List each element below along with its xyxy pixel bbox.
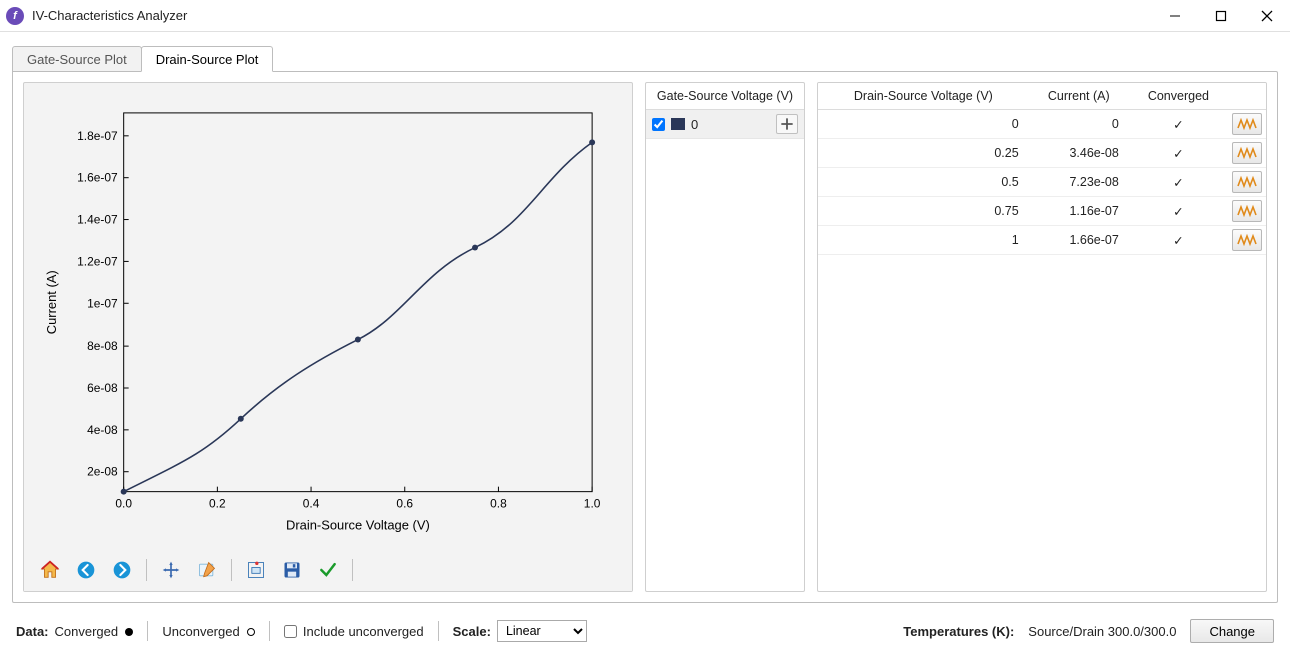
plot-pane: 2e-08 4e-08 6e-08 8e-08 1e-07 1.2e-07 1.…: [23, 82, 633, 592]
temperatures-label: Temperatures (K):: [903, 624, 1014, 639]
waveform-button[interactable]: [1232, 113, 1262, 135]
cell-voltage: 0: [818, 110, 1029, 139]
plot-area[interactable]: 2e-08 4e-08 6e-08 8e-08 1e-07 1.2e-07 1.…: [24, 83, 632, 549]
table-row[interactable]: 0.57.23e-08✓: [818, 168, 1266, 197]
svg-text:0.0: 0.0: [115, 497, 132, 511]
cell-voltage: 0.25: [818, 139, 1029, 168]
change-button[interactable]: Change: [1190, 619, 1274, 643]
svg-text:2e-08: 2e-08: [87, 465, 118, 479]
svg-text:1.6e-07: 1.6e-07: [77, 171, 118, 185]
svg-text:4e-08: 4e-08: [87, 423, 118, 437]
data-label: Data:: [16, 624, 49, 639]
waveform-button[interactable]: [1232, 171, 1262, 193]
cell-voltage: 0.5: [818, 168, 1029, 197]
cell-current: 7.23e-08: [1029, 168, 1129, 197]
save-button[interactable]: [276, 554, 308, 586]
include-unconverged-checkbox[interactable]: [284, 625, 297, 638]
cell-converged: ✓: [1129, 110, 1228, 139]
unconverged-legend: Unconverged: [162, 624, 255, 639]
col-converged[interactable]: Converged: [1129, 83, 1228, 110]
waveform-button[interactable]: [1232, 200, 1262, 222]
col-voltage[interactable]: Drain-Source Voltage (V): [818, 83, 1029, 110]
close-button[interactable]: [1244, 0, 1290, 32]
x-axis-label: Drain-Source Voltage (V): [286, 518, 430, 533]
svg-text:0.4: 0.4: [303, 497, 320, 511]
y-axis-label: Current (A): [44, 270, 59, 334]
back-button[interactable]: [70, 554, 102, 586]
svg-text:8e-08: 8e-08: [87, 339, 118, 353]
cell-current: 1.16e-07: [1029, 197, 1129, 226]
plot-toolbar: [24, 549, 632, 591]
forward-button[interactable]: [106, 554, 138, 586]
scale-label: Scale:: [453, 624, 491, 639]
legend-item: 0: [646, 110, 804, 139]
scale-select[interactable]: Linear: [497, 620, 587, 642]
cell-voltage: 1: [818, 226, 1029, 255]
legend-item-label: 0: [691, 117, 698, 132]
cell-current: 3.46e-08: [1029, 139, 1129, 168]
table-row[interactable]: 0.253.46e-08✓: [818, 139, 1266, 168]
cell-converged: ✓: [1129, 226, 1228, 255]
legend-pane: Gate-Source Voltage (V) 0: [645, 82, 805, 592]
table-row[interactable]: 0.751.16e-07✓: [818, 197, 1266, 226]
converged-legend: Converged: [55, 624, 134, 639]
open-bullet-icon: [247, 628, 255, 636]
include-unconverged-label: Include unconverged: [303, 624, 424, 639]
table-row[interactable]: 00✓: [818, 110, 1266, 139]
window-controls: [1152, 0, 1290, 32]
filled-bullet-icon: [125, 628, 133, 636]
edit-button[interactable]: [191, 554, 223, 586]
pan-button[interactable]: [155, 554, 187, 586]
temperatures-value: Source/Drain 300.0/300.0: [1028, 624, 1176, 639]
main-panel: 2e-08 4e-08 6e-08 8e-08 1e-07 1.2e-07 1.…: [12, 71, 1278, 603]
svg-text:0.8: 0.8: [490, 497, 507, 511]
data-line: [124, 142, 592, 491]
minimize-button[interactable]: [1152, 0, 1198, 32]
include-unconverged-toggle[interactable]: Include unconverged: [284, 624, 424, 639]
cell-current: 1.66e-07: [1029, 226, 1129, 255]
home-button[interactable]: [34, 554, 66, 586]
zoom-rect-button[interactable]: [240, 554, 272, 586]
svg-text:0.6: 0.6: [396, 497, 413, 511]
tab-drain-source[interactable]: Drain-Source Plot: [141, 46, 274, 72]
svg-text:0.2: 0.2: [209, 497, 226, 511]
cell-converged: ✓: [1129, 139, 1228, 168]
svg-text:1e-07: 1e-07: [87, 296, 118, 310]
waveform-button[interactable]: [1232, 229, 1262, 251]
bottom-bar: Data: Converged Unconverged Include unco…: [12, 613, 1278, 649]
titlebar: f IV-Characteristics Analyzer: [0, 0, 1290, 32]
svg-text:1.2e-07: 1.2e-07: [77, 254, 118, 268]
svg-text:6e-08: 6e-08: [87, 381, 118, 395]
waveform-button[interactable]: [1232, 142, 1262, 164]
maximize-button[interactable]: [1198, 0, 1244, 32]
app-icon: f: [6, 7, 24, 25]
legend-color-swatch: [671, 118, 685, 130]
iv-chart: 2e-08 4e-08 6e-08 8e-08 1e-07 1.2e-07 1.…: [24, 83, 632, 549]
legend-item-checkbox[interactable]: [652, 118, 665, 131]
legend-expand-button[interactable]: [776, 114, 798, 134]
svg-text:1.4e-07: 1.4e-07: [77, 213, 118, 227]
table-pane: Drain-Source Voltage (V) Current (A) Con…: [817, 82, 1267, 592]
svg-text:1.8e-07: 1.8e-07: [77, 129, 118, 143]
svg-text:1.0: 1.0: [584, 497, 601, 511]
cell-converged: ✓: [1129, 168, 1228, 197]
cell-voltage: 0.75: [818, 197, 1029, 226]
legend-header: Gate-Source Voltage (V): [646, 83, 804, 110]
tab-bar: Gate-Source Plot Drain-Source Plot: [12, 44, 1278, 72]
table-row[interactable]: 11.66e-07✓: [818, 226, 1266, 255]
data-table: Drain-Source Voltage (V) Current (A) Con…: [818, 83, 1266, 255]
cell-converged: ✓: [1129, 197, 1228, 226]
window-title: IV-Characteristics Analyzer: [32, 8, 187, 23]
tab-gate-source[interactable]: Gate-Source Plot: [12, 46, 142, 72]
cell-current: 0: [1029, 110, 1129, 139]
apply-button[interactable]: [312, 554, 344, 586]
col-current[interactable]: Current (A): [1029, 83, 1129, 110]
